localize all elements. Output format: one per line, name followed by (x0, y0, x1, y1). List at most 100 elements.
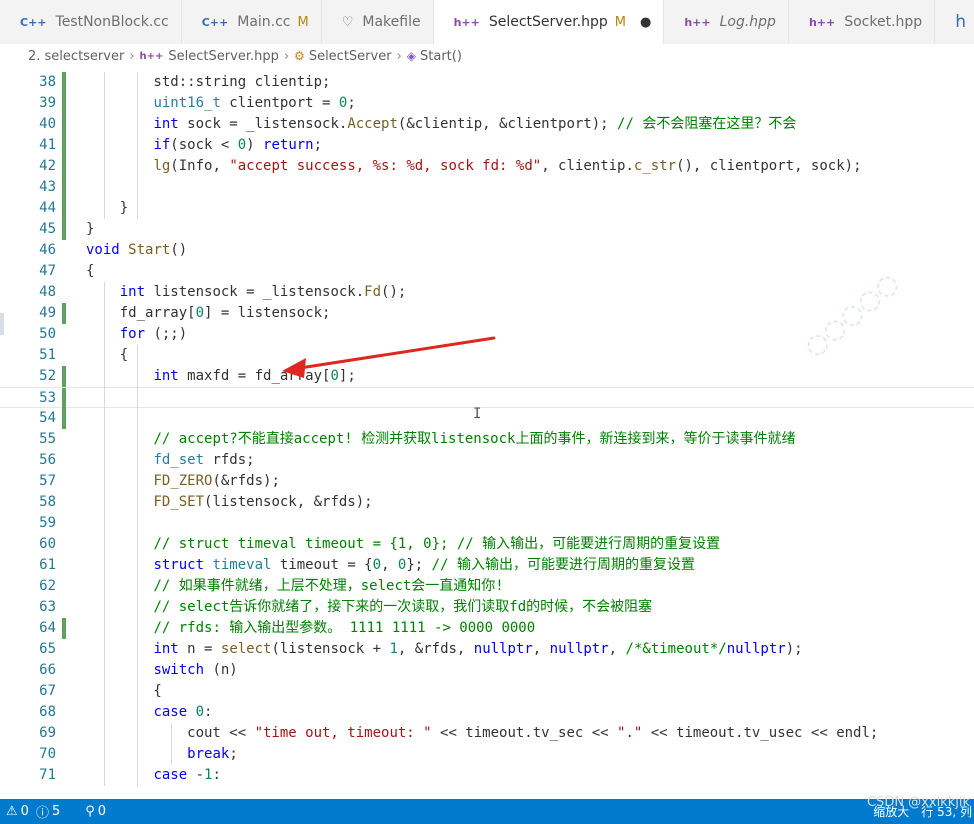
line-number: 61 (39, 557, 56, 573)
breadcrumb-class[interactable]: SelectServer (309, 49, 392, 64)
breadcrumb-method[interactable]: Start() (420, 49, 462, 64)
code-line[interactable]: 41 if(sock < 0) return; (0, 135, 974, 156)
code-line[interactable]: 48 int listensock = _listensock.Fd(); (0, 282, 974, 303)
code-line[interactable]: 69 cout << "time out, timeout: " << time… (0, 723, 974, 744)
code-line[interactable]: 47 { (0, 261, 974, 282)
code-line[interactable]: 54 (0, 408, 974, 429)
line-number: 63 (39, 599, 56, 615)
modified-gutter-indicator[interactable] (62, 198, 66, 219)
modified-gutter-indicator[interactable] (62, 366, 66, 387)
status-bar: ⚠ 0 ⓘ 5 ⚲ 0 缩放大 行 53, 列 CSDN @xxlkkjlk (0, 795, 974, 824)
modified-gutter-indicator[interactable] (62, 303, 66, 324)
line-number: 38 (39, 74, 56, 90)
code-text: { (86, 263, 95, 279)
breadcrumb-file[interactable]: SelectServer.hpp (168, 49, 278, 64)
code-text: for (;;) (119, 326, 188, 342)
code-text: case 0: (153, 704, 213, 720)
indent-guide (171, 723, 173, 765)
chevron-right-icon: › (129, 48, 135, 64)
code-editor[interactable]: 38 std::string clientip; 39 uint16_t clie… (0, 68, 974, 799)
chevron-right-icon: › (396, 48, 402, 64)
breadcrumb-folder[interactable]: 2. selectserver (28, 49, 124, 64)
modified-gutter-indicator[interactable] (62, 618, 66, 639)
code-line[interactable]: 70 break; (0, 744, 974, 765)
line-number: 53 (39, 390, 56, 406)
tab-makefile[interactable]: ♡ Makefile (322, 0, 434, 44)
line-number: 62 (39, 578, 56, 594)
csdn-watermark: CSDN @xxlkkjlk (866, 795, 970, 810)
code-line[interactable]: 71 case -1: (0, 765, 974, 786)
code-line[interactable]: 57 FD_ZERO(&rfds); (0, 471, 974, 492)
code-line[interactable]: 52 int maxfd = fd_array[0]; (0, 366, 974, 387)
class-icon: ⚙ (294, 49, 305, 63)
line-number: 47 (39, 263, 56, 279)
modified-gutter-indicator[interactable] (62, 219, 66, 240)
code-text: FD_SET(listensock, &rfds); (153, 494, 373, 510)
tab-socket-hpp[interactable]: h++ Socket.hpp (789, 0, 936, 44)
line-number: 70 (39, 746, 56, 762)
modified-gutter-indicator[interactable] (62, 135, 66, 156)
code-line[interactable]: 60 // struct timeval timeout = {1, 0}; /… (0, 534, 974, 555)
line-number: 49 (39, 305, 56, 321)
unsaved-dot-icon[interactable]: ● (640, 15, 651, 30)
code-line[interactable]: 63 // select告诉你就绪了，接下来的一次读取，我们读取fd的时候，不会… (0, 597, 974, 618)
modified-gutter-indicator[interactable] (62, 388, 66, 409)
code-text: if(sock < 0) return; (153, 137, 323, 153)
code-line[interactable]: 67 { (0, 681, 974, 702)
modified-gutter-indicator[interactable] (62, 72, 66, 93)
code-line[interactable]: 62 // 如果事件就绪，上层不处理，select会一直通知你! (0, 576, 974, 597)
modified-gutter-indicator[interactable] (62, 114, 66, 135)
code-line[interactable]: 66 switch (n) (0, 660, 974, 681)
tab-label: SelectServer.hpp (488, 14, 608, 30)
tab-log-hpp[interactable]: h++ Log.hpp (664, 0, 789, 44)
code-text: fd_array[0] = listensock; (86, 305, 331, 321)
code-text: uint16_t clientport = 0; (153, 95, 356, 111)
modified-gutter-indicator[interactable] (62, 156, 66, 177)
code-line[interactable]: 42 lg(Info, "accept success, %s: %d, soc… (0, 156, 974, 177)
line-number: 55 (39, 431, 56, 447)
code-line[interactable]: 61 struct timeval timeout = {0, 0}; // 输… (0, 555, 974, 576)
code-text: int maxfd = fd_array[0]; (153, 368, 356, 384)
tab-selectserver-hpp[interactable]: h++ SelectServer.hpp M ● (433, 0, 665, 44)
code-line[interactable]: 64 // rfds: 输入输出型参数。 1111 1111 -> 0000 0… (0, 618, 974, 639)
line-number: 65 (39, 641, 56, 657)
tab-testnonblock-cc[interactable]: C++ TestNonBlock.cc (0, 0, 182, 44)
code-text: fd_set rfds; (153, 452, 255, 468)
code-text: { (86, 347, 129, 363)
ports-indicator[interactable]: ⚲ 0 (85, 804, 109, 819)
code-text: { (86, 683, 162, 699)
code-line[interactable]: 46 void Start() (0, 240, 974, 261)
code-line[interactable]: 59 (0, 513, 974, 534)
problems-indicator[interactable]: ⚠ 0 ⓘ 5 (6, 802, 63, 821)
code-line[interactable]: 45} (0, 219, 974, 240)
tab-main-cc[interactable]: C++ Main.cc M (182, 0, 322, 44)
tab-label: TestNonBlock.cc (55, 14, 169, 30)
code-text: lg(Info, "accept success, %s: %d, sock f… (153, 158, 862, 174)
code-line[interactable]: 44 } (0, 198, 974, 219)
line-number: 44 (39, 200, 56, 216)
code-line[interactable]: 55 // accept?不能直接accept! 检测并获取listensock… (0, 429, 974, 450)
tab-bar: C++ TestNonBlock.cc C++ Main.cc M ♡ Makefile h+… (0, 0, 974, 44)
tab-label: Log.hpp (719, 14, 776, 30)
code-line[interactable]: 40 int sock = _listensock.Accept(&client… (0, 114, 974, 135)
code-line[interactable]: 56 fd_set rfds; (0, 450, 974, 471)
code-text: int sock = _listensock.Accept(&clientip,… (153, 116, 797, 132)
code-line[interactable]: 68 case 0: (0, 702, 974, 723)
code-line[interactable]: 53 (0, 387, 974, 409)
modified-gutter-indicator[interactable] (62, 177, 66, 198)
tab-err[interactable]: herr (935, 0, 974, 44)
code-text: // 如果事件就绪，上层不处理，select会一直通知你! (153, 578, 504, 594)
code-line[interactable]: 38 std::string clientip; (0, 72, 974, 93)
modified-gutter-indicator[interactable] (62, 93, 66, 114)
code-line[interactable]: 65 int n = select(listensock + 1, &rfds,… (0, 639, 974, 660)
code-line[interactable]: 43 (0, 177, 974, 198)
line-number: 39 (39, 95, 56, 111)
hpp-file-icon: h++ (808, 15, 836, 29)
line-number: 45 (39, 221, 56, 237)
code-line[interactable]: 39 uint16_t clientport = 0; (0, 93, 974, 114)
modified-gutter-indicator[interactable] (62, 408, 66, 429)
line-number: 54 (39, 410, 56, 426)
code-line[interactable]: 58 FD_SET(listensock, &rfds); (0, 492, 974, 513)
ports-count: 0 (97, 804, 107, 819)
text-cursor-icon: I (473, 406, 482, 422)
